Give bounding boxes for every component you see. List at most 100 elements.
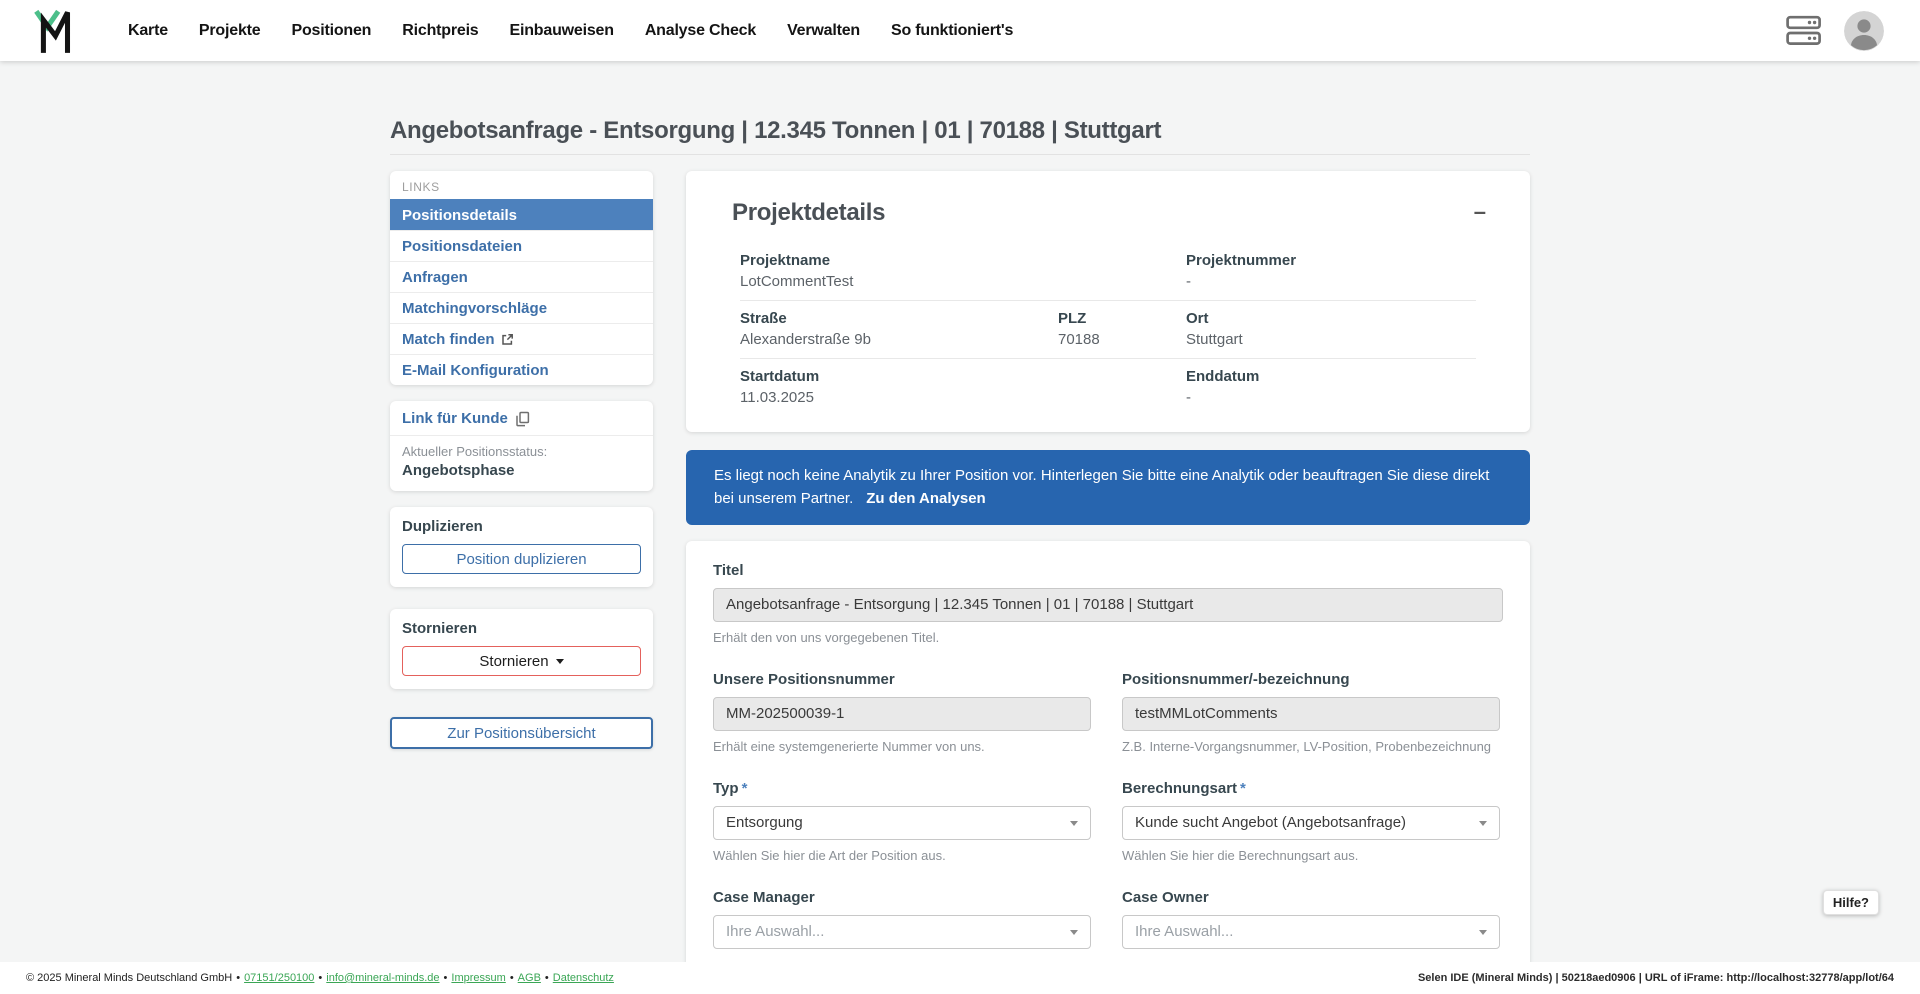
sidebar-item-label: Match finden <box>402 331 495 348</box>
footer-separator: • <box>444 972 448 984</box>
position-status-caption: Aktueller Positionsstatus: <box>402 444 641 459</box>
nav-item-einbauweisen[interactable]: Einbauweisen <box>510 22 614 40</box>
customer-link-card: Link für Kunde Aktueller Positionsstatus… <box>390 401 653 491</box>
startdatum-label: Startdatum <box>740 368 1186 385</box>
cancel-heading: Stornieren <box>402 620 641 637</box>
sidebar-item-label: Positionsdateien <box>402 238 522 255</box>
sidebar-item-label: Matchingvorschläge <box>402 300 547 317</box>
bezeichnung-input[interactable] <box>1122 697 1500 731</box>
link-fuer-kunde-button[interactable]: Link für Kunde <box>390 401 653 436</box>
sidebar-item-positionsdetails[interactable]: Positionsdetails <box>390 199 653 230</box>
stornieren-button-label: Stornieren <box>479 653 548 670</box>
projektnummer-label: Projektnummer <box>1186 252 1476 269</box>
analytik-alert-banner: Es liegt noch keine Analytik zu Ihrer Po… <box>686 450 1530 525</box>
caret-down-icon <box>556 659 564 664</box>
nav-item-projekte[interactable]: Projekte <box>199 22 261 40</box>
nav-item-karte[interactable]: Karte <box>128 22 168 40</box>
nav-item-analyse-check[interactable]: Analyse Check <box>645 22 756 40</box>
case-owner-label: Case Owner <box>1122 889 1500 906</box>
positionsnummer-label: Unsere Positionsnummer <box>713 671 1091 688</box>
typ-select[interactable]: Entsorgung <box>713 806 1091 840</box>
detail-row-datum: Startdatum 11.03.2025 Enddatum - <box>740 358 1476 416</box>
footer-ide-info: Selen IDE (Mineral Minds) | 50218aed0906… <box>1418 972 1894 984</box>
case-owner-select[interactable]: Ihre Auswahl... <box>1122 915 1500 949</box>
footer: © 2025 Mineral Minds Deutschland GmbH • … <box>0 962 1920 994</box>
startdatum-value: 11.03.2025 <box>740 389 1186 406</box>
bezeichnung-label: Positionsnummer/-bezeichnung <box>1122 671 1500 688</box>
enddatum-label: Enddatum <box>1186 368 1476 385</box>
footer-email-link[interactable]: info@mineral-minds.de <box>326 972 439 984</box>
detail-row-adresse: Straße Alexanderstraße 9b PLZ 70188 Ort … <box>740 300 1476 358</box>
sidebar-item-matchingvorschlaege[interactable]: Matchingvorschläge <box>390 292 653 323</box>
sidebar-item-match-finden[interactable]: Match finden <box>390 323 653 354</box>
footer-phone-link[interactable]: 07151/250100 <box>244 972 314 984</box>
sidebar: LINKS Positionsdetails Positionsdateien … <box>390 171 653 994</box>
berechnungsart-label: Berechnungsart* <box>1122 780 1500 797</box>
zu-den-analysen-link[interactable]: Zu den Analysen <box>866 490 985 507</box>
cancel-card: Stornieren Stornieren <box>390 609 653 689</box>
footer-datenschutz-link[interactable]: Datenschutz <box>553 972 614 984</box>
page-content: Angebotsanfrage - Entsorgung | 12.345 To… <box>0 61 1920 994</box>
stornieren-button[interactable]: Stornieren <box>402 646 641 676</box>
position-form-card: Titel Erhält den von uns vorgegebenen Ti… <box>686 541 1530 994</box>
sidebar-item-positionsdateien[interactable]: Positionsdateien <box>390 230 653 261</box>
footer-agb-link[interactable]: AGB <box>518 972 541 984</box>
duplicate-card: Duplizieren Position duplizieren <box>390 507 653 587</box>
hilfe-button[interactable]: Hilfe? <box>1823 890 1879 915</box>
berechnungsart-helper: Wählen Sie hier die Berechnungsart aus. <box>1122 848 1500 863</box>
case-manager-placeholder: Ihre Auswahl... <box>726 923 824 940</box>
ort-value: Stuttgart <box>1186 331 1476 348</box>
mineral-minds-logo[interactable] <box>34 8 78 54</box>
detail-row-projekt: Projektname LotCommentTest Projektnummer… <box>740 243 1476 300</box>
external-link-icon <box>501 333 514 346</box>
sidebar-links-card: LINKS Positionsdetails Positionsdateien … <box>390 171 653 385</box>
projektnummer-value: - <box>1186 273 1476 290</box>
analytik-alert-text: Es liegt noch keine Analytik zu Ihrer Po… <box>714 467 1489 507</box>
duplicate-heading: Duplizieren <box>402 518 641 535</box>
position-status-value: Angebotsphase <box>402 462 641 479</box>
sidebar-links-header: LINKS <box>390 171 653 199</box>
sidebar-item-label: Anfragen <box>402 269 468 286</box>
projektname-value: LotCommentTest <box>740 273 1186 290</box>
copy-icon[interactable] <box>515 411 530 427</box>
footer-impressum-link[interactable]: Impressum <box>451 972 505 984</box>
strasse-value: Alexanderstraße 9b <box>740 331 1058 348</box>
user-avatar-icon[interactable] <box>1844 11 1884 51</box>
titel-helper: Erhält den von uns vorgegebenen Titel. <box>713 630 1503 645</box>
footer-separator: • <box>236 972 240 984</box>
positionsnummer-input[interactable] <box>713 697 1091 731</box>
required-asterisk: * <box>1240 780 1246 797</box>
positionsnummer-helper: Erhält eine systemgenerierte Nummer von … <box>713 739 1091 754</box>
main-nav: Karte Projekte Positionen Richtpreis Ein… <box>128 22 1013 40</box>
typ-label: Typ* <box>713 780 1091 797</box>
case-manager-select[interactable]: Ihre Auswahl... <box>713 915 1091 949</box>
bezeichnung-helper: Z.B. Interne-Vorgangsnummer, LV-Position… <box>1122 739 1500 754</box>
collapse-icon[interactable]: – <box>1474 201 1486 223</box>
top-navigation-bar: Karte Projekte Positionen Richtpreis Ein… <box>0 0 1920 61</box>
titel-input[interactable] <box>713 588 1503 622</box>
zur-positionsuebersicht-button[interactable]: Zur Positionsübersicht <box>390 717 653 749</box>
berechnungsart-select[interactable]: Kunde sucht Angebot (Angebotsanfrage) <box>1122 806 1500 840</box>
footer-separator: • <box>510 972 514 984</box>
title-divider <box>390 154 1530 155</box>
case-manager-label: Case Manager <box>713 889 1091 906</box>
berechnungsart-label-text: Berechnungsart <box>1122 780 1237 797</box>
case-owner-placeholder: Ihre Auswahl... <box>1135 923 1233 940</box>
required-asterisk: * <box>742 780 748 797</box>
nav-item-so-funktionierts[interactable]: So funktioniert's <box>891 22 1013 40</box>
nav-item-positionen[interactable]: Positionen <box>291 22 371 40</box>
enddatum-value: - <box>1186 389 1476 406</box>
sidebar-item-label: E-Mail Konfiguration <box>402 362 549 379</box>
nav-item-verwalten[interactable]: Verwalten <box>787 22 860 40</box>
typ-select-value: Entsorgung <box>726 814 803 831</box>
sidebar-item-anfragen[interactable]: Anfragen <box>390 261 653 292</box>
ort-label: Ort <box>1186 310 1476 327</box>
server-icon[interactable] <box>1786 14 1822 47</box>
page-title: Angebotsanfrage - Entsorgung | 12.345 To… <box>390 117 1530 145</box>
position-duplizieren-button[interactable]: Position duplizieren <box>402 544 641 574</box>
typ-helper: Wählen Sie hier die Art der Position aus… <box>713 848 1091 863</box>
sidebar-item-email-konfiguration[interactable]: E-Mail Konfiguration <box>390 354 653 385</box>
projektdetails-title: Projektdetails <box>732 199 1484 227</box>
projektdetails-card: Projektdetails – Projektname LotCommentT… <box>686 171 1530 432</box>
nav-item-richtpreis[interactable]: Richtpreis <box>402 22 478 40</box>
